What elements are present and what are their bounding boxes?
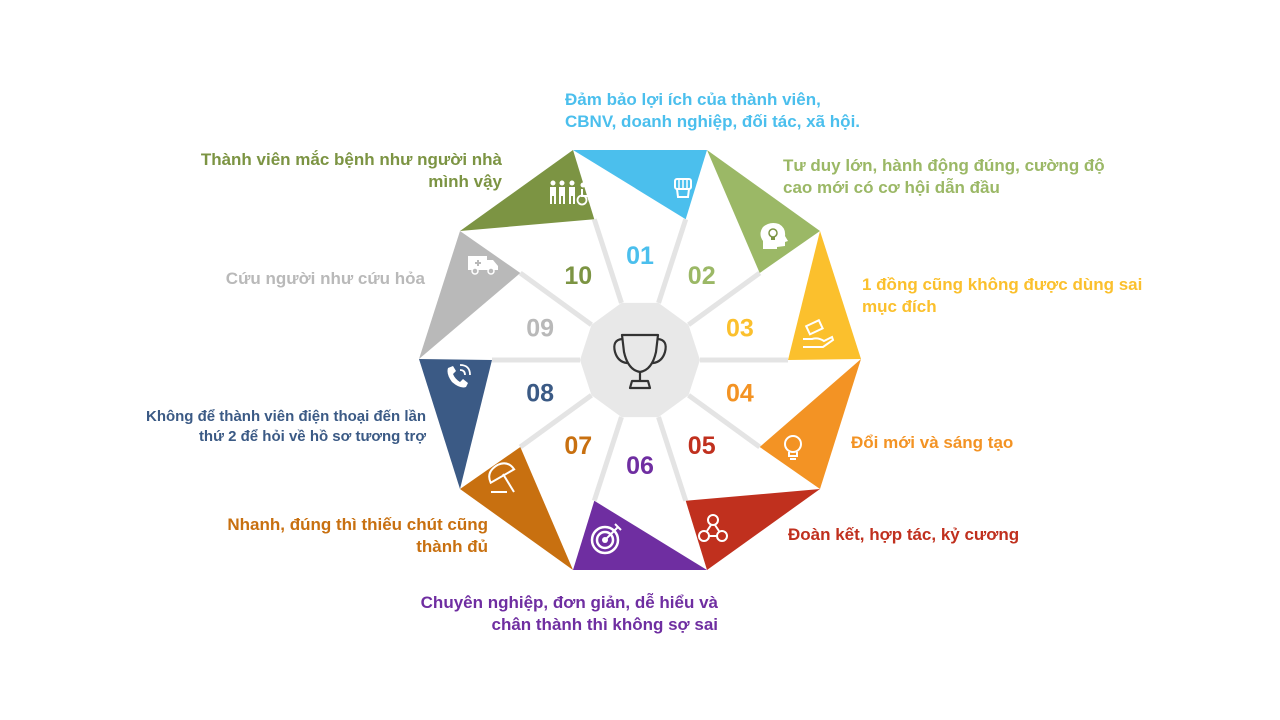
segment-06-line-2: chân thành thì không sợ sai <box>491 615 719 634</box>
segment-08-line-1: Không để thành viên điện thoại đến lần <box>145 408 426 425</box>
segment-10-line-1: Thành viên mắc bệnh như người nhà <box>200 150 502 169</box>
segment-03-line-2: mục đích <box>862 297 937 316</box>
segment-08-label: Không để thành viên điện thoại đến lần t… <box>146 407 426 447</box>
segment-02-line-1: Tư duy lớn, hành động đúng, cường độ <box>783 156 1105 175</box>
segment-05-number: 05 <box>688 432 716 460</box>
segment-10-line-2: mình vậy <box>428 172 502 191</box>
segment-01-label: Đảm bảo lợi ích của thành viên, CBNV, do… <box>565 89 860 133</box>
segment-04-line-1: Đổi mới và sáng tạo <box>851 433 1014 452</box>
segment-06-label: Chuyên nghiệp, đơn giản, dễ hiểu và chân… <box>421 592 718 636</box>
segment-06-line-1: Chuyên nghiệp, đơn giản, dễ hiểu và <box>420 593 718 612</box>
segment-08-number: 08 <box>526 379 554 407</box>
segment-09-line-1: Cứu người như cứu hỏa <box>225 269 425 288</box>
center-hub <box>580 302 700 418</box>
segment-07-number: 07 <box>564 432 592 460</box>
segment-02-line-2: cao mới có cơ hội dẫn đầu <box>783 178 1000 197</box>
segment-09-label: Cứu người như cứu hỏa <box>226 268 425 290</box>
segment-01-line-2: CBNV, doanh nghiệp, đối tác, xã hội. <box>565 112 861 131</box>
segment-07-label: Nhanh, đúng thì thiếu chút cũng thành đủ <box>227 514 488 558</box>
segment-10-number: 10 <box>564 262 592 290</box>
segment-03-line-1: 1 đồng cũng không được dùng sai <box>862 275 1143 294</box>
segment-03-number: 03 <box>726 315 754 343</box>
segment-04-number: 04 <box>726 379 754 407</box>
segment-06-number: 06 <box>626 452 654 480</box>
segment-07-line-1: Nhanh, đúng thì thiếu chút cũng <box>227 515 488 534</box>
segment-04-label: Đổi mới và sáng tạo <box>851 432 1013 454</box>
segment-07-line-2: thành đủ <box>416 537 488 556</box>
segment-08-line-2: thứ 2 để hỏi về hồ sơ tương trợ <box>198 428 426 445</box>
segment-05-line-1: Đoàn kết, hợp tác, kỷ cương <box>788 525 1020 544</box>
segment-03-label: 1 đồng cũng không được dùng sai mục đích <box>862 274 1142 318</box>
segment-01-line-1: Đảm bảo lợi ích của thành viên, <box>565 90 821 109</box>
segment-01-number: 01 <box>626 242 654 270</box>
segment-02-label: Tư duy lớn, hành động đúng, cường độ cao… <box>783 155 1105 199</box>
segment-02-number: 02 <box>688 262 716 290</box>
segment-10-label: Thành viên mắc bệnh như người nhà mình v… <box>201 149 502 193</box>
segment-09-number: 09 <box>526 315 554 343</box>
segment-05-label: Đoàn kết, hợp tác, kỷ cương <box>788 524 1019 546</box>
